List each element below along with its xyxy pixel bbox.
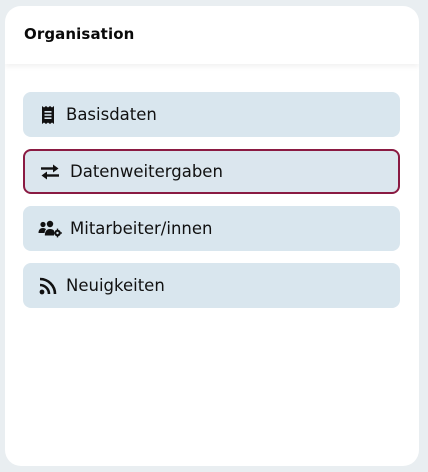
nav-item-label: Neuigkeiten — [66, 276, 165, 295]
swap-arrows-icon — [38, 162, 62, 182]
organisation-panel: Organisation Basisdaten Datenweitergaben… — [5, 6, 419, 466]
receipt-icon — [38, 105, 58, 125]
organisation-nav: Basisdaten Datenweitergaben Mitarbeiter/… — [23, 92, 400, 320]
nav-item-mitarbeiter[interactable]: Mitarbeiter/innen — [23, 206, 400, 251]
panel-header: Organisation — [5, 6, 419, 64]
nav-item-label: Datenweitergaben — [70, 162, 223, 181]
panel-title: Organisation — [24, 25, 135, 43]
rss-icon — [38, 276, 58, 296]
nav-item-label: Basisdaten — [66, 105, 157, 124]
nav-item-basisdaten[interactable]: Basisdaten — [23, 92, 400, 137]
users-gear-icon — [38, 219, 62, 239]
nav-item-label: Mitarbeiter/innen — [70, 219, 213, 238]
nav-item-neuigkeiten[interactable]: Neuigkeiten — [23, 263, 400, 308]
nav-item-datenweitergaben[interactable]: Datenweitergaben — [23, 149, 400, 194]
